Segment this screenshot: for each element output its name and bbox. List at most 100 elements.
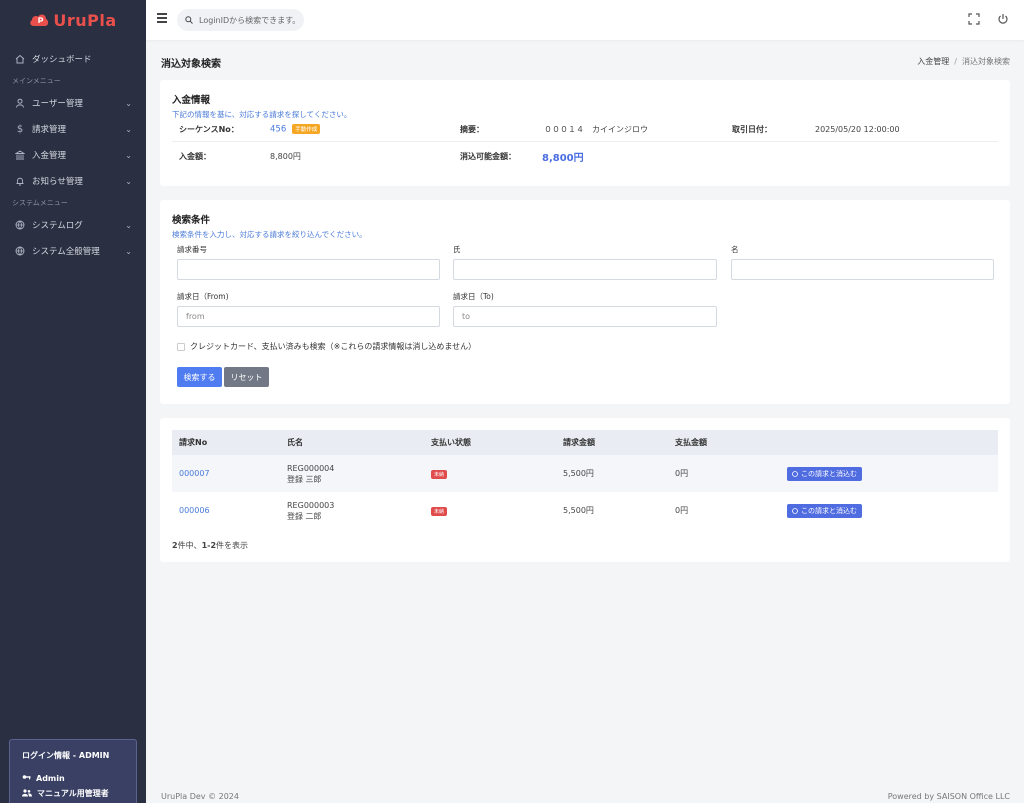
user-icon [14,97,26,109]
invoice-link[interactable]: 000006 [179,506,210,515]
status-badge: 未納 [431,469,448,479]
chevron-down-icon: ⌄ [125,220,132,230]
fullscreen-icon[interactable] [968,13,980,25]
sidebar-item-label: ダッシュボード [32,55,92,65]
member-name: 登録 三郎 [287,474,322,484]
sequence-value: 456 [270,124,287,135]
first-name-input[interactable] [731,259,994,280]
login-user-row: Admin [22,773,124,783]
reg-code: REG000004 [287,463,335,473]
pagination-summary: 2件中、1-2件を表示 [172,540,248,551]
sidebar-item-label: 請求管理 [32,125,67,135]
sidebar-item-billing[interactable]: $ 請求管理 ⌄ [0,116,146,142]
sidebar-item-system-general[interactable]: システム全般管理 ⌄ [0,238,146,264]
breadcrumb-item-current: 消込対象検索 [962,57,1010,66]
amount-value: 8,800円 [270,151,301,161]
footer-powered: Powered by SAISON Office LLC [887,792,1010,801]
invoice-amount: 5,500円 [563,506,594,515]
sidebar-item-label: お知らせ管理 [32,177,83,187]
cloud-logo-icon [30,14,49,26]
chevron-down-icon: ⌄ [125,246,132,256]
paging-mid: 件中、 [177,541,202,550]
first-name-label: 名 [731,245,739,254]
paid-amount: 0円 [675,506,689,515]
dollar-icon: $ [16,123,24,135]
brand-logo[interactable]: UruPla [0,0,146,40]
assign-invoice-button[interactable]: この請求と消込む [787,503,862,518]
brand-name: UruPla [53,10,117,30]
date-value: 2025/05/20 12:00:00 [815,125,900,134]
invoice-no-input[interactable] [177,259,440,280]
paging-range: 1-2 [201,541,217,550]
sidebar-item-dashboard[interactable]: ダッシュボード [0,46,146,72]
assign-invoice-button[interactable]: この請求と消込む [787,466,862,481]
date-to-label: 請求日（To) [453,292,494,301]
results-card: 請求No 氏名 支払い状態 請求金額 支払金額 000007 REG000004… [160,418,1010,562]
include-paid-option[interactable]: クレジットカード、支払い済みも検索（※これらの請求情報は消し込めません） [177,341,476,352]
globe-icon [14,219,26,231]
bank-icon [14,149,26,161]
sidebar-item-notices[interactable]: お知らせ管理 ⌄ [0,168,146,194]
invoice-amount: 5,500円 [556,455,668,492]
last-name-input[interactable] [453,259,717,280]
power-icon[interactable] [997,13,1009,25]
login-info-title: ログイン情報 - ADMIN [22,751,110,760]
search-card: 検索条件 検索条件を入力し、対応する請求を絞り込んでください。 請求番号 氏 名… [160,200,1010,404]
check-circle-icon [792,470,798,477]
clearable-value: 8,800円 [542,152,584,164]
sidebar-item-label: システム全般管理 [32,247,100,257]
key-icon [22,773,31,783]
sidebar-section-main: メインメニュー [12,77,61,85]
include-paid-checkbox[interactable] [177,342,185,351]
date-from-input[interactable] [177,306,440,327]
results-table: 請求No 氏名 支払い状態 請求金額 支払金額 000007 REG000004… [172,430,998,529]
date-label: 取引日付： [732,125,772,134]
amount-label: 入金額： [179,151,211,161]
col-paid: 支払金額 [668,430,780,455]
main-content: 消込対象検索 入金管理 / 消込対象検索 入金情報 下記の情報を基に、対応する請求を… [146,40,1024,803]
assign-invoice-label: この請求と消込む [801,506,857,515]
bell-icon [14,175,26,187]
table-header-row: 請求No 氏名 支払い状態 請求金額 支払金額 [172,430,998,455]
footer-copyright: UruPla Dev © 2024 [161,792,239,801]
table-row: 000006 REG000003 登録 二郎 未納 5,500円 0円 この請求と… [172,492,998,529]
date-to-input[interactable] [453,306,717,327]
search-input[interactable] [199,15,299,25]
search-button[interactable]: 検索する [177,367,222,387]
sidebar-item-users[interactable]: ユーザー管理 ⌄ [0,90,146,116]
date-from-label: 請求日（From) [177,292,229,301]
chevron-down-icon: ⌄ [125,124,132,134]
assign-invoice-label: この請求と消込む [801,469,857,478]
breadcrumb: 入金管理 / 消込対象検索 [917,57,1010,66]
col-name: 氏名 [280,430,424,455]
search-subtitle: 検索条件を入力し、対応する請求を絞り込んでください。 [172,230,367,239]
check-circle-icon [792,507,798,514]
col-amount: 請求金額 [556,430,668,455]
last-name-label: 氏 [453,245,461,254]
reset-button[interactable]: リセット [224,367,269,387]
clearable-label: 消込可能金額： [460,151,516,161]
sidebar-item-label: 入金管理 [32,151,67,161]
chevron-down-icon: ⌄ [125,176,132,186]
login-info-panel: ログイン情報 - ADMIN Admin マニュアル用管理者 [9,739,137,803]
col-action [780,430,998,455]
sidebar-item-label: ユーザー管理 [32,99,83,109]
payment-info-title: 入金情報 [172,95,211,106]
login-user-role: マニュアル用管理者 [37,789,109,798]
menu-toggle-icon[interactable] [157,13,167,23]
include-paid-label: クレジットカード、支払い済みも検索（※これらの請求情報は消し込めません） [190,342,477,351]
login-user-name: Admin [36,773,65,783]
chevron-down-icon: ⌄ [125,98,132,108]
payment-info-row-2: 入金額： 8,800円 消込可能金額： 8,800円 [172,144,998,168]
col-status: 支払い状態 [424,430,556,455]
login-role-row: マニュアル用管理者 [22,788,124,799]
page-title: 消込対象検索 [161,59,221,70]
sidebar-item-payments[interactable]: 入金管理 ⌄ [0,142,146,168]
invoice-link[interactable]: 000007 [179,469,210,478]
status-badge: 未納 [431,506,448,516]
users-icon [22,788,32,799]
sidebar-item-system-log[interactable]: システムログ ⌄ [0,212,146,238]
search-icon [185,16,193,24]
manual-badge: 手動作成 [292,124,321,135]
breadcrumb-item-payments[interactable]: 入金管理 [917,57,949,66]
